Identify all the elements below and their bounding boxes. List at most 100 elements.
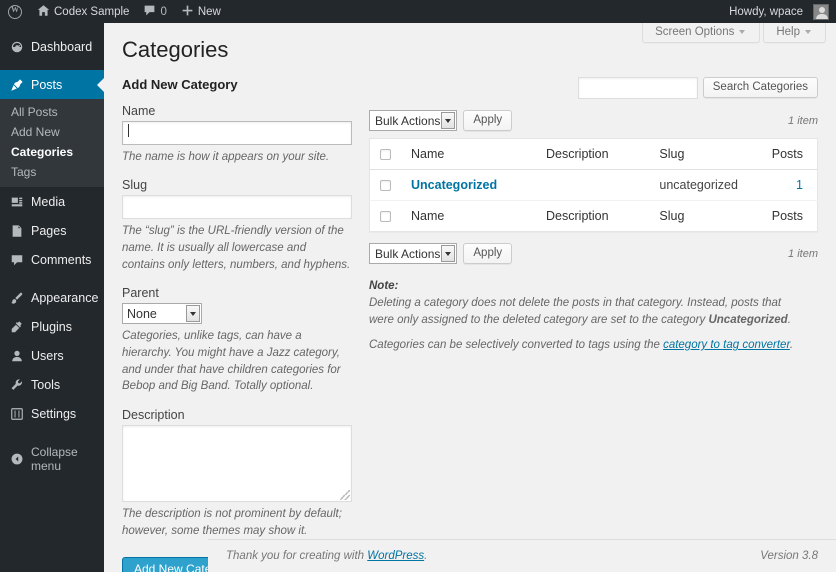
home-icon [37, 4, 50, 20]
admin-bar-my-account[interactable]: Howdy, wpace [722, 0, 836, 23]
categories-table: Name Description Slug Posts Uncategorize… [369, 137, 818, 232]
screen-options-button[interactable]: Screen Options [642, 23, 761, 43]
sidebar-item-label: Posts [31, 77, 63, 92]
sidebar-item-pages[interactable]: Pages [0, 216, 104, 245]
column-footer-name[interactable]: Name [401, 199, 537, 232]
select-all-checkbox-footer[interactable] [380, 210, 391, 222]
field-parent: Parent None Categories, unlike tags, can… [122, 286, 352, 395]
search-input[interactable] [577, 76, 698, 99]
footer-thanks-pre: Thank you for creating with [226, 550, 368, 562]
name-input[interactable] [122, 120, 352, 145]
text-caret [128, 123, 129, 137]
tablenav-top: Bulk Actions Apply 1 item [369, 109, 818, 133]
site-name-label: Codex Sample [54, 5, 130, 18]
comments-count: 0 [160, 5, 167, 18]
tablenav-bottom: Bulk Actions Apply 1 item [369, 242, 818, 266]
comment-bubble-icon [143, 4, 156, 20]
sidebar-item-settings[interactable]: Settings [0, 399, 104, 428]
sidebar-item-tools[interactable]: Tools [0, 370, 104, 399]
submenu-item-all-posts[interactable]: All Posts [0, 102, 104, 122]
row-checkbox[interactable] [380, 179, 391, 191]
chevron-down-icon [186, 305, 200, 323]
admin-bar-comments[interactable]: 0 [136, 0, 173, 23]
note-box: Note: Deleting a category does not delet… [369, 280, 818, 355]
column-footer-slug[interactable]: Slug [649, 199, 760, 232]
table-footer-row: Name Description Slug Posts [369, 199, 818, 232]
field-description: Description The description is not promi… [122, 408, 352, 539]
row-checkbox-cell [369, 169, 401, 201]
footer-version: Version 3.8 [760, 550, 818, 562]
column-header-name[interactable]: Name [401, 138, 537, 170]
admin-bar: Codex Sample 0 New Howdy, wpace [0, 0, 836, 23]
user-icon [9, 348, 24, 363]
chevron-down-icon [739, 30, 746, 34]
categories-list-panel: Search Categories Bulk Actions Apply 1 i… [369, 76, 818, 572]
admin-bar-new-content[interactable]: New [174, 0, 228, 23]
column-header-description[interactable]: Description [536, 138, 650, 170]
search-categories-button[interactable]: Search Categories [702, 77, 818, 99]
main-content: Screen Options Help Categories Add New C… [104, 23, 836, 572]
sidebar-item-appearance[interactable]: Appearance [0, 283, 104, 312]
slug-label: Slug [122, 178, 148, 193]
table-foot: Name Description Slug Posts [369, 199, 818, 232]
plus-icon [181, 4, 194, 20]
menu-separator-3 [0, 428, 104, 437]
field-name: Name The name is how it appears on your … [122, 104, 352, 166]
menu-separator-1 [0, 61, 104, 70]
sidebar-item-comments[interactable]: Comments [0, 245, 104, 274]
posts-submenu: All Posts Add New Categories Tags [0, 99, 104, 187]
select-all-checkbox[interactable] [380, 148, 391, 160]
new-content-label: New [197, 5, 221, 18]
sidebar-item-users[interactable]: Users [0, 341, 104, 370]
admin-bar-site-name[interactable]: Codex Sample [30, 0, 136, 23]
submenu-item-categories[interactable]: Categories [0, 142, 104, 162]
note-line2-a: Categories can be selectively converted … [369, 339, 664, 352]
sidebar-item-plugins[interactable]: Plugins [0, 312, 104, 341]
resize-handle[interactable] [340, 489, 350, 500]
bulk-actions-select-top[interactable]: Bulk Actions [369, 110, 458, 132]
displaying-num-top: 1 item [788, 114, 818, 127]
sidebar-item-media[interactable]: Media [0, 187, 104, 216]
submenu-item-tags[interactable]: Tags [0, 162, 104, 182]
category-to-tag-converter-link[interactable]: category to tag converter [663, 339, 790, 351]
admin-bar-wp-logo[interactable] [0, 0, 30, 23]
bulk-actions-select-bottom[interactable]: Bulk Actions [369, 243, 458, 265]
help-label: Help [776, 26, 800, 38]
collapse-menu-button[interactable]: Collapse menu [0, 444, 104, 473]
sidebar-item-dashboard[interactable]: Dashboard [0, 32, 104, 61]
column-header-posts[interactable]: Posts [759, 138, 818, 170]
name-label: Name [122, 103, 156, 118]
parent-selected-value: None [127, 306, 157, 321]
row-posts-cell: 1 [759, 169, 818, 201]
footer-thanks-post: . [424, 550, 428, 562]
pin-icon [9, 77, 24, 92]
column-footer-posts[interactable]: Posts [759, 199, 818, 232]
sidebar-item-label: Settings [31, 406, 77, 421]
apply-button-top[interactable]: Apply [463, 110, 513, 132]
parent-select[interactable]: None [122, 303, 202, 325]
sidebar-item-posts[interactable]: Posts [0, 70, 104, 99]
plugin-icon [9, 319, 24, 334]
column-header-slug[interactable]: Slug [649, 138, 760, 170]
menu-top-spacer [0, 23, 104, 32]
description-textarea[interactable] [122, 424, 352, 502]
sidebar-item-label: Tools [31, 377, 61, 392]
apply-button-bottom[interactable]: Apply [463, 243, 513, 265]
name-description: The name is how it appears on your site. [122, 150, 330, 163]
search-box: Search Categories [369, 76, 818, 99]
footer-thanks: Thank you for creating with WordPress. [226, 550, 427, 562]
wordpress-link[interactable]: WordPress [367, 550, 424, 562]
screen-meta-links: Screen Options Help [642, 23, 826, 43]
slug-input[interactable] [122, 195, 352, 220]
posts-count-link[interactable]: 1 [796, 178, 803, 192]
description-label: Description [122, 407, 185, 422]
note-line2-c: . [789, 339, 794, 352]
note-title: Note: [369, 279, 399, 292]
column-footer-description[interactable]: Description [536, 199, 650, 232]
sidebar-item-label: Users [31, 348, 64, 363]
category-name-link[interactable]: Uncategorized [411, 178, 497, 192]
help-button[interactable]: Help [763, 23, 826, 43]
howdy-label: Howdy, wpace [729, 5, 803, 18]
chevron-down-icon [441, 245, 456, 263]
submenu-item-add-new[interactable]: Add New [0, 122, 104, 142]
